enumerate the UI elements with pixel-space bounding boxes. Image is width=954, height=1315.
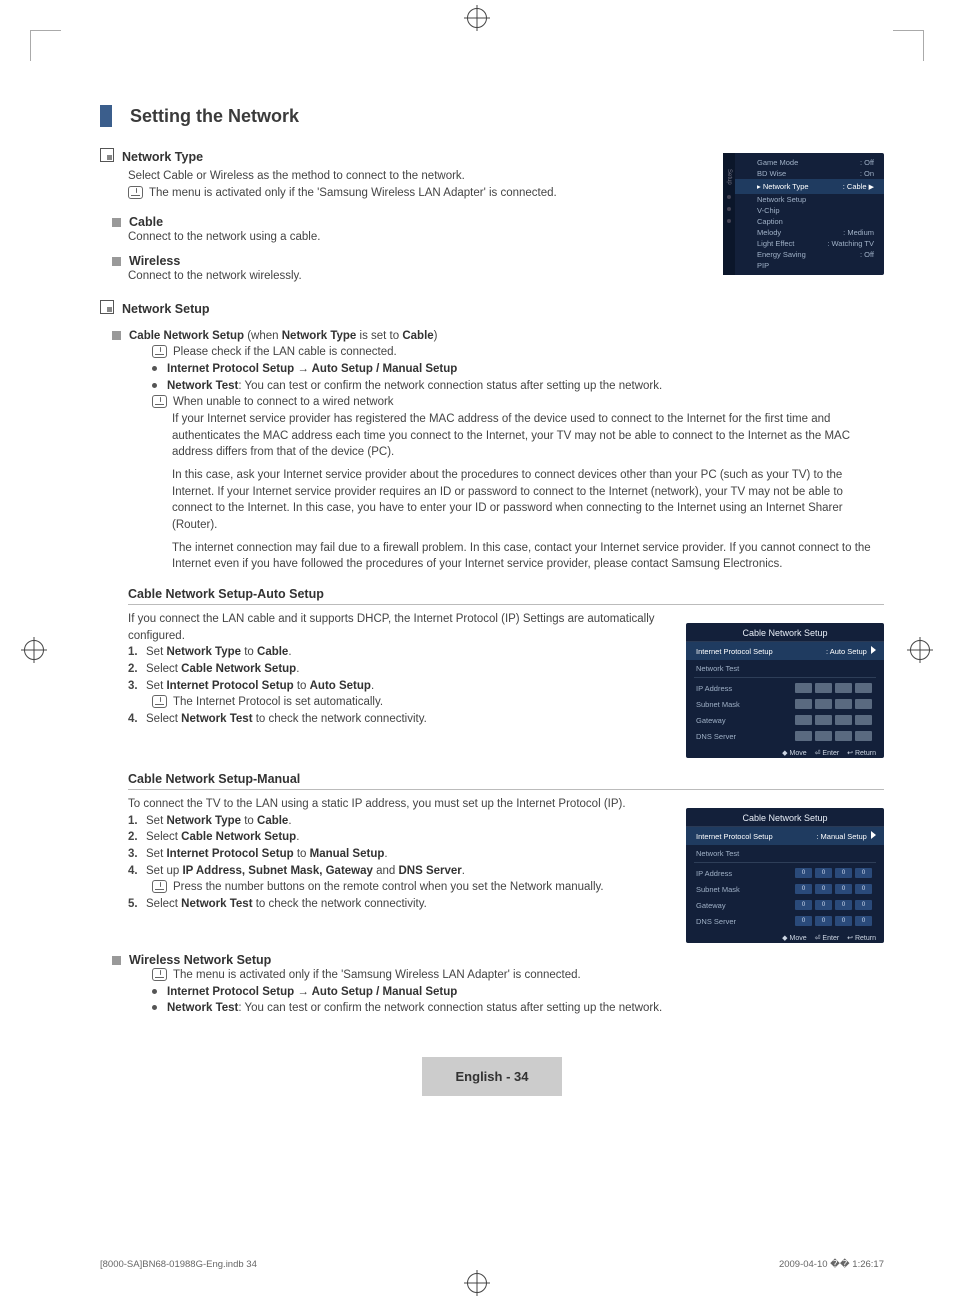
square-bullet-icon (112, 331, 121, 340)
osd-menu-row: V-Chip (735, 205, 884, 216)
square-bullet-icon (112, 956, 121, 965)
osd-arrow-icon (727, 207, 731, 211)
manual-step-note: Press the number buttons on the remote c… (152, 879, 674, 896)
subsection-network-setup: Network Setup (100, 299, 884, 316)
auto-step-note: The Internet Protocol is set automatical… (152, 694, 674, 711)
register-mark-icon (24, 640, 44, 660)
osd-menu-row: ▸ Network Type: Cable ▶ (735, 179, 884, 194)
osd-menu-row: PIP (735, 260, 884, 271)
crop-mark (893, 30, 924, 61)
manual-step-2: 2.Select Cable Network Setup. (128, 829, 674, 846)
square-q-icon (100, 300, 114, 314)
note-icon (152, 395, 167, 408)
footer-timestamp: 2009-04-10 �� 1:26:17 (779, 1259, 884, 1270)
network-type-desc: Select Cable or Wireless as the method t… (128, 168, 711, 185)
register-mark-icon (910, 640, 930, 660)
osd-menu-row: Network Setup (735, 194, 884, 205)
manual-step-5: 5.Select Network Test to check the netwo… (128, 896, 674, 913)
note-icon (152, 968, 167, 981)
note-wired-fail: When unable to connect to a wired networ… (152, 394, 884, 411)
osd-menu-row: Energy Saving: Off (735, 249, 884, 260)
osd-ip-row: DNS Server (686, 728, 884, 744)
item-cable: Cable (112, 215, 711, 229)
dot-bullet-icon (152, 1005, 157, 1010)
manual-step-1: 1.Set Network Type to Cable. (128, 813, 674, 830)
arrow-right-icon (871, 646, 876, 654)
item-cable-network-setup: Cable Network Setup (when Network Type i… (112, 328, 884, 345)
wireless-note: The menu is activated only if the 'Samsu… (152, 967, 884, 984)
dot-bullet-icon (152, 989, 157, 994)
osd-ip-row: IP Address0000 (686, 865, 884, 881)
osd-menu-row: BD Wise: On (735, 168, 884, 179)
subsection-network-type: Network Type (100, 147, 711, 164)
wireless-desc: Connect to the network wirelessly. (128, 268, 711, 285)
osd-menu-row: Game Mode: Off (735, 157, 884, 168)
auto-step-3: 3.Set Internet Protocol Setup to Auto Se… (128, 678, 674, 695)
wireless-test: Network Test: You can test or confirm th… (152, 1000, 884, 1017)
square-bullet-icon (112, 218, 121, 227)
setup-gear-icon (727, 195, 731, 199)
manual-intro: To connect the TV to the LAN using a sta… (128, 796, 674, 813)
arrow-right-icon (871, 831, 876, 839)
osd-menu-row: Light Effect: Watching TV (735, 238, 884, 249)
auto-step-1: 1.Set Network Type to Cable. (128, 644, 674, 661)
osd-ip-row: DNS Server0000 (686, 913, 884, 929)
osd-arrow-icon (727, 219, 731, 223)
osd-ip-row: Gateway0000 (686, 897, 884, 913)
osd-side-label: Setup (726, 167, 732, 187)
auto-intro: If you connect the LAN cable and it supp… (128, 611, 674, 644)
manual-step-4: 4.Set up IP Address, Subnet Mask, Gatewa… (128, 863, 674, 880)
dot-bullet-icon (152, 366, 157, 371)
section-title: Setting the Network (130, 106, 299, 127)
footer-filename: [8000-SA]BN68-01988G-Eng.indb 34 (100, 1259, 257, 1270)
paragraph-isp: In this case, ask your Internet service … (172, 467, 884, 534)
page-language-number: English - 34 (422, 1057, 562, 1096)
heading-manual-setup: Cable Network Setup-Manual (128, 772, 884, 790)
auto-step-2: 2.Select Cable Network Setup. (128, 661, 674, 678)
item-wireless-network-setup: Wireless Network Setup (112, 953, 884, 967)
register-mark-icon (467, 1273, 487, 1293)
square-q-icon (100, 148, 114, 162)
wireless-proto: Internet Protocol Setup → Auto Setup / M… (152, 984, 884, 1001)
osd-menu-row: Caption (735, 216, 884, 227)
crop-mark (30, 30, 61, 61)
manual-step-3: 3.Set Internet Protocol Setup to Manual … (128, 846, 674, 863)
paragraph-firewall: The internet connection may fail due to … (172, 540, 884, 573)
register-mark-icon (467, 8, 487, 28)
cable-desc: Connect to the network using a cable. (128, 229, 711, 246)
section-accent-bar (100, 105, 112, 127)
osd-menu-row: Melody: Medium (735, 227, 884, 238)
note-icon (128, 186, 143, 199)
note-icon (152, 695, 167, 708)
osd-cable-auto: Cable Network Setup Internet Protocol Se… (686, 623, 884, 758)
osd-ip-row: Gateway (686, 712, 884, 728)
heading-auto-setup: Cable Network Setup-Auto Setup (128, 587, 884, 605)
note-icon (152, 345, 167, 358)
note-lan-cable: Please check if the LAN cable is connect… (152, 344, 884, 361)
paragraph-mac: If your Internet service provider has re… (172, 411, 884, 461)
square-bullet-icon (112, 257, 121, 266)
osd-ip-row: Subnet Mask (686, 696, 884, 712)
osd-setup-menu: Setup Game Mode: OffBD Wise: On▸ Network… (723, 153, 884, 275)
bullet-proto: Internet Protocol Setup → Auto Setup / M… (152, 361, 884, 378)
bullet-network-test: Network Test: You can test or confirm th… (152, 378, 884, 395)
osd-ip-row: Subnet Mask0000 (686, 881, 884, 897)
osd-ip-row: IP Address (686, 680, 884, 696)
item-wireless: Wireless (112, 254, 711, 268)
osd-cable-manual: Cable Network Setup Internet Protocol Se… (686, 808, 884, 943)
note-icon (152, 880, 167, 893)
auto-step-4: 4.Select Network Test to check the netwo… (128, 711, 674, 728)
dot-bullet-icon (152, 383, 157, 388)
network-type-note: The menu is activated only if the 'Samsu… (128, 185, 711, 202)
